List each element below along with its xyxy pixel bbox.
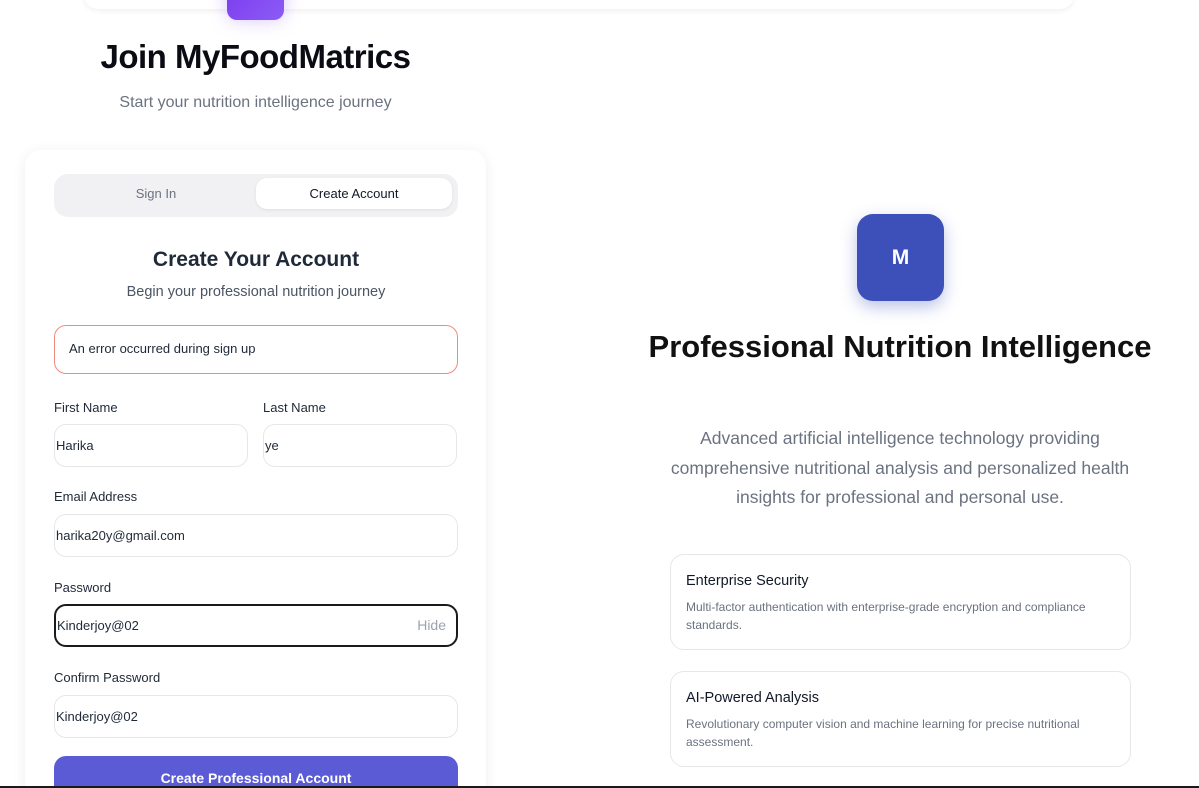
top-logo-icon [227, 0, 284, 20]
create-account-button[interactable]: Create Professional Account [54, 756, 458, 788]
confirm-password-label: Confirm Password [54, 670, 161, 685]
feature-description: Multi-factor authentication with enterpr… [686, 600, 1086, 632]
email-input[interactable]: harika20y@gmail.com [54, 514, 458, 557]
confirm-password-input[interactable]: Kinderjoy@02 [54, 695, 458, 738]
signup-page: Join MyFoodMatrics Start your nutrition … [0, 0, 1199, 788]
signup-card [25, 150, 486, 788]
email-label: Email Address [54, 489, 138, 504]
password-input[interactable]: Kinderjoy@02 Hide [54, 604, 458, 647]
brand-title: Professional Nutrition Intelligence [648, 329, 1152, 364]
error-alert: An error occurred during sign up [54, 325, 458, 374]
feature-description: Revolutionary computer vision and machin… [686, 717, 1080, 749]
password-label: Password [54, 580, 112, 595]
feature-title: Enterprise Security [686, 573, 809, 589]
first-name-input[interactable]: Harika [54, 424, 248, 467]
first-name-label: First Name [54, 400, 118, 415]
form-title: Create Your Account [152, 248, 360, 271]
feature-card-ai-analysis: AI-Powered Analysis Revolutionary comput… [670, 671, 1131, 767]
page-subtitle: Start your nutrition intelligence journe… [119, 94, 392, 111]
last-name-input[interactable]: ye [263, 424, 457, 467]
auth-tabs: Sign In Create Account [54, 174, 458, 217]
feature-card-security: Enterprise Security Multi-factor authent… [670, 554, 1131, 650]
password-visibility-toggle[interactable]: Hide [417, 606, 446, 645]
brand-description: Advanced artificial intelligence technol… [670, 428, 1130, 507]
password-value: Kinderjoy@02 [57, 618, 139, 633]
page-title: Join MyFoodMatrics [100, 38, 411, 75]
last-name-label: Last Name [263, 400, 326, 415]
form-subtitle: Begin your professional nutrition journe… [126, 284, 386, 300]
feature-title: AI-Powered Analysis [686, 690, 819, 706]
brand-logo: M [857, 214, 944, 301]
tab-create-account[interactable]: Create Account [256, 178, 452, 209]
tab-sign-in[interactable]: Sign In [58, 178, 254, 209]
